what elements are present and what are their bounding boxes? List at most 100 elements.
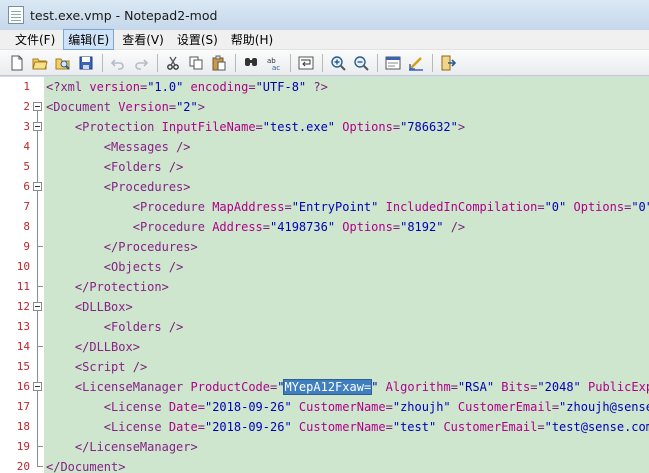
code-token: Folders [111, 320, 162, 334]
code-token: </ [74, 440, 90, 454]
code-line[interactable]: 17 <License Date="2018-09-26" CustomerNa… [0, 397, 649, 417]
code-token: xml [60, 80, 83, 94]
code-line[interactable]: 14 </DLLBox> [0, 337, 649, 357]
code-token: Script [82, 360, 126, 374]
fold-toggle-icon[interactable] [33, 102, 42, 111]
code-line[interactable]: 2 <Document Version="2"> [0, 97, 649, 117]
find-button[interactable] [240, 52, 262, 74]
save-button[interactable] [75, 52, 97, 74]
menu-item-2[interactable]: 查看(V) [117, 29, 169, 50]
code-token: Protection [89, 280, 162, 294]
fold-toggle-icon[interactable] [33, 302, 42, 311]
wrap-button[interactable] [295, 52, 317, 74]
code-token: Procedure [139, 200, 205, 214]
code-line[interactable]: 7 <Procedure MapAddress="EntryPoint" Inc… [0, 197, 649, 217]
code-token: CustomerEmail [443, 420, 538, 434]
code-token: Options [342, 220, 393, 234]
exit-button[interactable] [437, 52, 459, 74]
line-code: </Document> [46, 457, 125, 473]
code-line[interactable]: 12 <DLLBox> [0, 297, 649, 317]
code-token: = [537, 420, 545, 434]
code-token: /> [132, 360, 148, 374]
code-token: CustomerName [298, 400, 386, 414]
line-code: <Messages /> [46, 137, 191, 157]
code-token: Options [342, 120, 393, 134]
paste-button[interactable] [208, 52, 230, 74]
code-line[interactable]: 4 <Messages /> [0, 137, 649, 157]
code-token: < [103, 180, 112, 194]
code-token: Date [168, 400, 198, 414]
customize-scheme-button[interactable] [405, 52, 427, 74]
code-line[interactable]: 9 </Procedures> [0, 237, 649, 257]
code-token: > [132, 340, 140, 354]
code-token: ProductCode [190, 380, 271, 394]
fold-toggle-icon[interactable] [33, 122, 42, 131]
code-token: <? [46, 80, 61, 94]
line-code: <Protection InputFileName="test.exe" Opt… [46, 117, 465, 137]
line-number: 13 [16, 320, 30, 333]
line-code: <License Date="2018-09-26" CustomerName=… [46, 397, 649, 417]
code-line[interactable]: 16 <LicenseManager ProductCode="MYepA12F… [0, 377, 649, 397]
code-line[interactable]: 19 </LicenseManager> [0, 437, 649, 457]
fold-toggle-icon[interactable] [33, 382, 42, 391]
fold-toggle-icon[interactable] [33, 182, 42, 191]
menu-item-0[interactable]: 文件(F) [10, 29, 60, 50]
code-line[interactable]: 18 <License Date="2018-09-26" CustomerNa… [0, 417, 649, 437]
copy-button[interactable] [185, 52, 207, 74]
selected-text: MYepA12Fxaw= [283, 379, 373, 395]
line-number: 17 [16, 400, 30, 413]
open-file-button[interactable] [29, 52, 51, 74]
notepad-app-icon[interactable] [8, 6, 24, 24]
code-token: "2018-09-26" [204, 420, 292, 434]
code-token: Date [168, 420, 198, 434]
line-code: <Folders /> [46, 157, 184, 177]
browse-button[interactable] [52, 52, 74, 74]
line-code: <?xml version="1.0" encoding="UTF-8" ?> [46, 77, 328, 97]
code-line[interactable]: 3 <Protection InputFileName="test.exe" O… [0, 117, 649, 137]
line-code: <Document Version="2"> [46, 97, 205, 117]
code-token: DLLBox [89, 340, 133, 354]
code-line[interactable]: 13 <Folders /> [0, 317, 649, 337]
code-token: "2048" [537, 380, 581, 394]
code-line[interactable]: 5 <Folders /> [0, 157, 649, 177]
code-token: "1.0" [147, 80, 184, 94]
code-token: < [103, 160, 112, 174]
new-file-button[interactable] [6, 52, 28, 74]
line-code: <LicenseManager ProductCode="MYepA12Fxaw… [46, 377, 649, 397]
code-token: > [183, 180, 191, 194]
line-code: <Procedures> [46, 177, 191, 197]
replace-button[interactable]: ab ac [263, 52, 285, 74]
menu-item-4[interactable]: 帮助(H) [226, 29, 278, 50]
code-editor[interactable]: 1 <?xml version="1.0" encoding="UTF-8" ?>… [0, 77, 649, 473]
code-line[interactable]: 1 <?xml version="1.0" encoding="UTF-8" ?> [0, 77, 649, 97]
line-code: <Folders /> [46, 317, 184, 337]
code-token: = [168, 100, 177, 114]
cut-button[interactable] [162, 52, 184, 74]
fold-end-marker [37, 457, 43, 467]
code-line[interactable]: 10 <Objects /> [0, 257, 649, 277]
undo-button[interactable] [107, 52, 129, 74]
code-line[interactable]: 11 </Protection> [0, 277, 649, 297]
fold-end-marker [37, 437, 43, 447]
menu-item-1[interactable]: 编辑(E) [63, 29, 115, 50]
code-line[interactable]: 20 </Document> [0, 457, 649, 473]
code-token: InputFileName [161, 120, 256, 134]
code-line[interactable]: 6 <Procedures> [0, 177, 649, 197]
redo-button[interactable] [130, 52, 152, 74]
code-token: "4198736" [270, 220, 336, 234]
menu-item-3[interactable]: 设置(S) [172, 29, 223, 50]
code-line[interactable]: 8 <Procedure Address="4198736" Options="… [0, 217, 649, 237]
code-token: Bits [501, 380, 531, 394]
scheme-button[interactable] [382, 52, 404, 74]
code-line[interactable]: 15 <Script /> [0, 357, 649, 377]
zoom-out-button[interactable] [350, 52, 372, 74]
code-token: > [197, 100, 205, 114]
line-number: 6 [23, 180, 30, 193]
zoom-in-button[interactable] [327, 52, 349, 74]
code-token: IncludedInCompilation [385, 200, 538, 214]
line-code: </LicenseManager> [46, 437, 198, 457]
